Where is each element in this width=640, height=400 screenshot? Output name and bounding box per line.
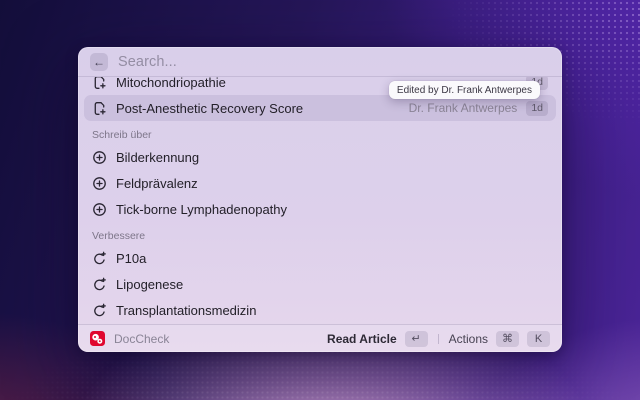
item-label: Feldprävalenz <box>116 175 198 191</box>
search-bar: ← Search... <box>78 47 562 77</box>
read-article-action[interactable]: Read Article ↵ <box>327 330 428 347</box>
command-palette-window: ← Search... Edited by Dr. Frank Antwerpe… <box>78 47 562 352</box>
list-item[interactable]: Tick-borne Lymphadenopathy <box>84 196 556 222</box>
result-list: Mitochondriopathie 1d Post-Anesthetic Reco… <box>78 77 562 324</box>
doccheck-logo-icon <box>90 331 105 346</box>
file-plus-icon <box>92 77 107 90</box>
item-label: Bilderkennung <box>116 149 200 165</box>
age-badge: 1d <box>526 100 548 116</box>
item-label: Tick-borne Lymphadenopathy <box>116 201 288 217</box>
list-item[interactable]: P10a <box>84 245 556 271</box>
list-item[interactable]: Feldprävalenz <box>84 170 556 196</box>
refresh-plus-icon <box>92 251 107 266</box>
refresh-plus-icon <box>92 277 107 292</box>
item-label: Mitochondriopathie <box>116 77 226 90</box>
plus-circle-icon <box>92 202 107 217</box>
section-header: Schreib über <box>92 129 152 141</box>
item-label: P10a <box>116 250 147 266</box>
search-input[interactable]: Search... <box>118 54 550 70</box>
actions-label: Actions <box>448 331 488 346</box>
footer-bar: DocCheck Read Article ↵ Actions ⌘ K <box>78 324 562 352</box>
plus-circle-icon <box>92 176 107 191</box>
read-article-label: Read Article <box>327 331 397 346</box>
file-plus-icon <box>92 101 107 116</box>
section-header: Verbessere <box>92 230 146 242</box>
edited-by-tooltip: Edited by Dr. Frank Antwerpes <box>388 81 540 99</box>
item-label: Lipogenese <box>116 276 184 292</box>
list-item[interactable]: Lipogenese <box>84 271 556 297</box>
footer-separator <box>437 333 439 344</box>
return-key-hint: ↵ <box>404 330 428 347</box>
app-name: DocCheck <box>114 331 170 346</box>
list-item[interactable]: Bilderkennung <box>84 144 556 170</box>
k-key-hint: K <box>527 330 550 347</box>
plus-circle-icon <box>92 150 107 165</box>
refresh-plus-icon <box>92 303 107 318</box>
actions-menu-button[interactable]: Actions ⌘ K <box>448 330 550 347</box>
item-label: Post-Anesthetic Recovery Score <box>116 100 304 116</box>
back-button[interactable]: ← <box>90 52 108 71</box>
item-meta: Dr. Frank Antwerpes <box>408 101 518 115</box>
list-item[interactable]: Transplantationsmedizin <box>84 297 556 323</box>
cmd-key-hint: ⌘ <box>496 330 519 347</box>
item-label: Transplantationsmedizin <box>116 302 257 318</box>
